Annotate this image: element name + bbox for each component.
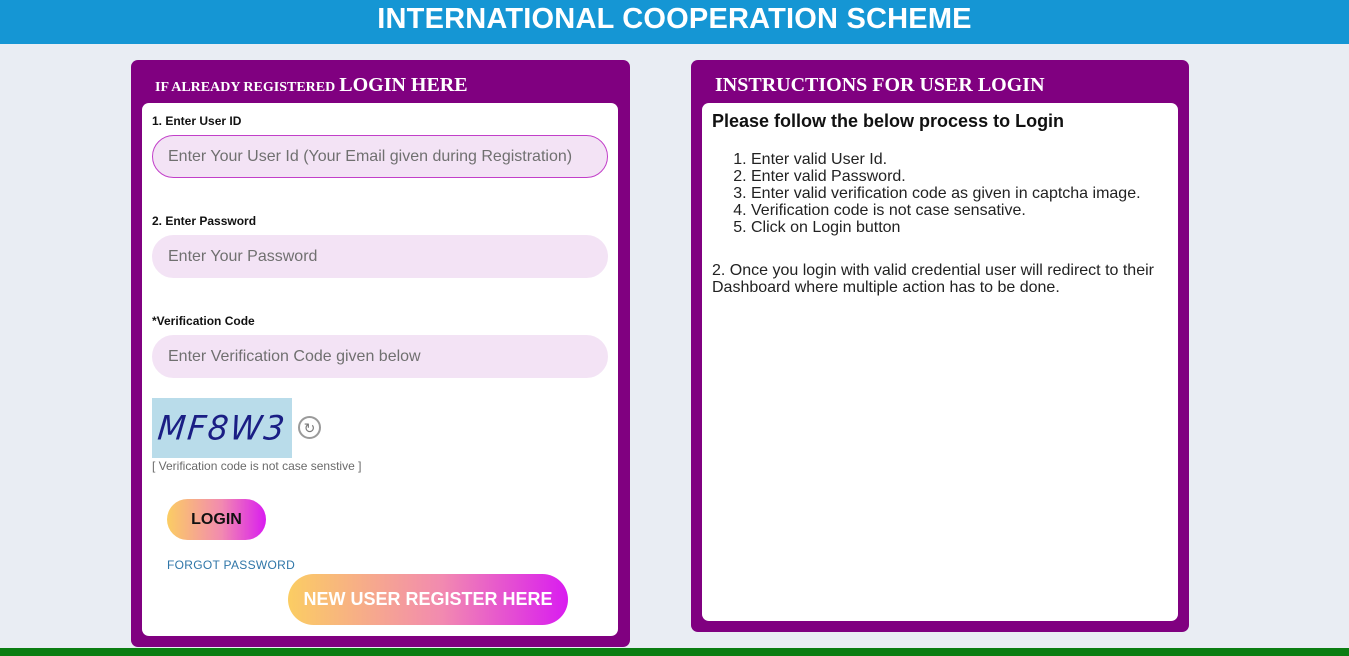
page-title: INTERNATIONAL COOPERATION SCHEME xyxy=(377,2,972,35)
login-panel: IF ALREADY REGISTERED LOGIN HERE 1. Ente… xyxy=(131,60,630,647)
password-input[interactable] xyxy=(152,235,608,278)
instruction-step: Enter valid User Id. xyxy=(751,151,1141,168)
captcha-hint: [ Verification code is not case senstive… xyxy=(152,459,362,473)
verification-code-input[interactable] xyxy=(152,335,608,378)
login-panel-title-small: IF ALREADY REGISTERED xyxy=(155,80,336,95)
instructions-steps: Enter valid User Id. Enter valid Passwor… xyxy=(751,151,1141,236)
user-id-label: 1. Enter User ID xyxy=(152,114,242,128)
instructions-panel-title: INSTRUCTIONS FOR USER LOGIN xyxy=(715,74,1045,96)
forgot-password-link[interactable]: FORGOT PASSWORD xyxy=(167,558,295,572)
password-label: 2. Enter Password xyxy=(152,214,257,228)
captcha-image: MF8W3 xyxy=(152,398,292,458)
instruction-step: Click on Login button xyxy=(751,219,1141,236)
new-user-register-button[interactable]: NEW USER REGISTER HERE xyxy=(288,574,568,625)
user-id-input[interactable] xyxy=(152,135,608,178)
instruction-step: Enter valid verification code as given i… xyxy=(751,185,1141,202)
instructions-heading: Please follow the below process to Login xyxy=(712,111,1065,131)
instructions-note: 2. Once you login with valid credential … xyxy=(712,262,1154,296)
instructions-panel: INSTRUCTIONS FOR USER LOGIN Please follo… xyxy=(691,60,1189,632)
captcha-text: MF8W3 xyxy=(155,408,289,448)
instruction-step: Verification code is not case sensative. xyxy=(751,202,1141,219)
login-button[interactable]: LOGIN xyxy=(167,499,266,540)
instructions-body: Please follow the below process to Login… xyxy=(702,103,1178,621)
login-panel-title: IF ALREADY REGISTERED LOGIN HERE xyxy=(155,74,468,97)
login-panel-title-big: LOGIN HERE xyxy=(339,74,468,96)
footer-bar xyxy=(0,648,1349,656)
login-form: 1. Enter User ID 2. Enter Password *Veri… xyxy=(142,103,618,636)
verification-code-label: *Verification Code xyxy=(152,314,255,328)
refresh-icon[interactable]: ↻ xyxy=(298,416,321,439)
header-bar: INTERNATIONAL COOPERATION SCHEME xyxy=(0,0,1349,44)
instruction-step: Enter valid Password. xyxy=(751,168,1141,185)
